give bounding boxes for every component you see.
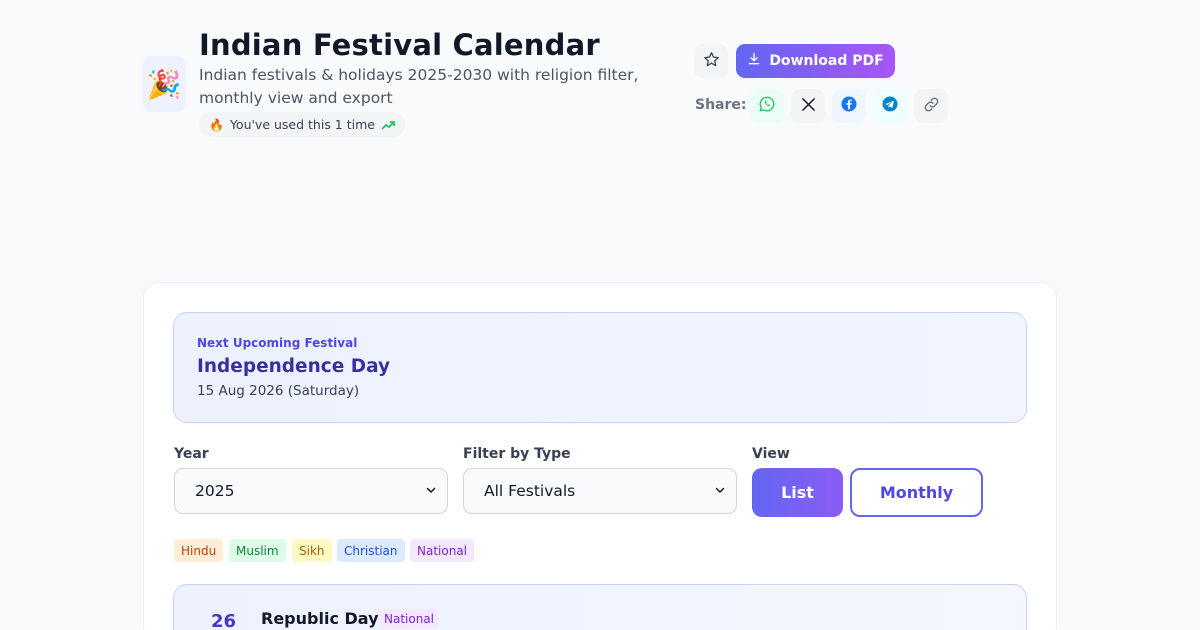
- download-pdf-button[interactable]: Download PDF: [736, 44, 895, 78]
- festival-name: Republic Day: [261, 609, 379, 628]
- legend-sikh: Sikh: [292, 539, 332, 562]
- favorite-button[interactable]: [694, 44, 728, 78]
- share-facebook-button[interactable]: [832, 89, 866, 123]
- view-monthly-button[interactable]: Monthly: [850, 468, 983, 517]
- year-select[interactable]: 2025: [174, 468, 448, 514]
- x-icon: [801, 97, 816, 116]
- share-label: Share:: [695, 97, 747, 113]
- share-whatsapp-button[interactable]: [750, 89, 784, 123]
- usage-text: You've used this 1 time: [229, 117, 375, 132]
- upcoming-festival-date: 15 Aug 2026 (Saturday): [197, 383, 360, 399]
- legend-muslim: Muslim: [229, 539, 286, 562]
- legend-christian: Christian: [337, 539, 405, 562]
- download-label: Download PDF: [769, 53, 884, 69]
- facebook-icon: [840, 95, 858, 117]
- telegram-icon: [881, 95, 899, 117]
- legend-national: National: [410, 539, 475, 562]
- chevron-down-icon: [425, 482, 437, 500]
- type-filter-label: Filter by Type: [463, 446, 571, 462]
- type-filter-select[interactable]: All Festivals: [463, 468, 737, 514]
- festival-type-badge: National: [379, 609, 440, 629]
- page-subtitle: Indian festivals & holidays 2025-2030 wi…: [199, 66, 639, 107]
- chevron-down-icon: [714, 482, 726, 500]
- trending-up-icon: [381, 120, 395, 130]
- next-upcoming-festival-panel: Next Upcoming Festival Independence Day …: [173, 312, 1027, 423]
- upcoming-festival-name: Independence Day: [197, 356, 391, 377]
- app-logo-icon: 🎉: [142, 56, 186, 112]
- upcoming-eyebrow: Next Upcoming Festival: [197, 336, 358, 350]
- star-icon: [703, 51, 720, 72]
- view-list-button[interactable]: List: [752, 468, 843, 517]
- year-select-value: 2025: [195, 482, 235, 500]
- festival-list-item[interactable]: 26 Republic Day National: [173, 584, 1027, 630]
- share-telegram-button[interactable]: [873, 89, 907, 123]
- link-icon: [923, 96, 940, 117]
- usage-badge: 🔥 You've used this 1 time: [199, 112, 405, 137]
- type-filter-value: All Festivals: [484, 482, 576, 500]
- page-title: Indian Festival Calendar: [199, 28, 600, 62]
- legend-hindu: Hindu: [174, 539, 224, 562]
- whatsapp-icon: [758, 95, 776, 117]
- festival-day: 26: [211, 611, 237, 630]
- year-label: Year: [174, 446, 209, 462]
- view-label: View: [752, 446, 790, 462]
- fire-icon: 🔥: [209, 117, 224, 132]
- share-x-button[interactable]: [791, 89, 825, 123]
- download-icon: [747, 52, 761, 70]
- copy-link-button[interactable]: [914, 89, 948, 123]
